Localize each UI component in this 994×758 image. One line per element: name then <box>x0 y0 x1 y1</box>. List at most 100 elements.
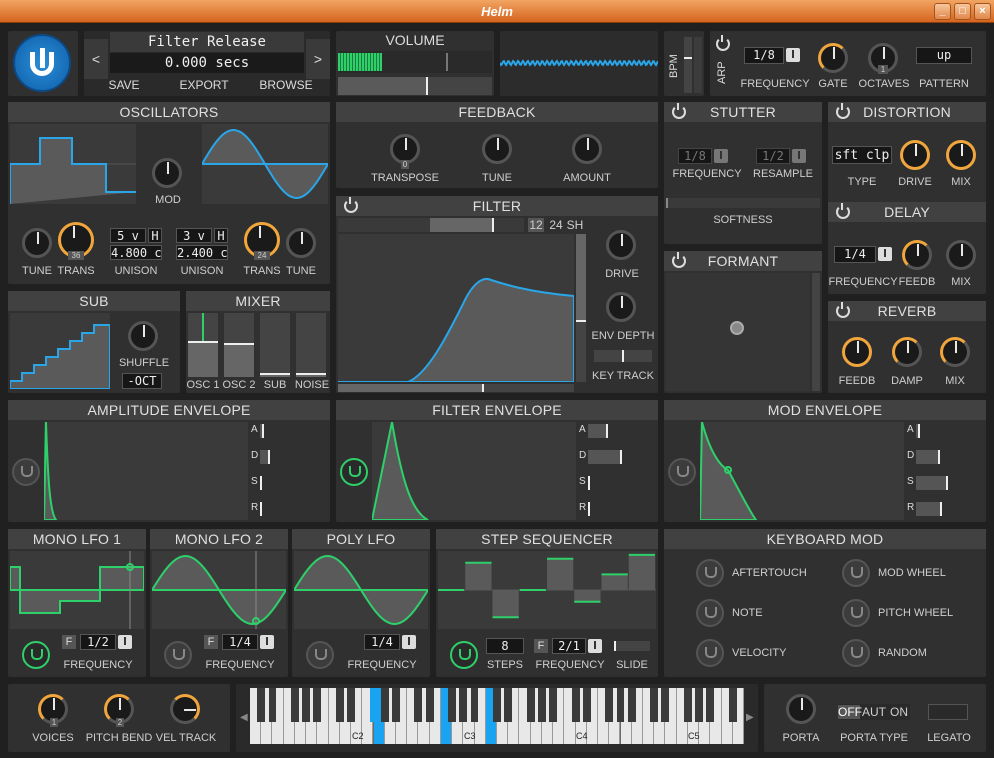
black-key[interactable] <box>414 688 423 722</box>
export-button[interactable]: EXPORT <box>164 77 244 93</box>
amp-env-mod-source[interactable] <box>12 458 40 486</box>
black-key[interactable] <box>380 688 389 722</box>
cross-mod-knob[interactable] <box>152 158 182 188</box>
stepseq-graph[interactable] <box>438 551 656 629</box>
maximize-button[interactable]: □ <box>954 3 971 20</box>
feedback-amount-knob[interactable] <box>572 134 602 164</box>
aftertouch-mod-source[interactable] <box>696 559 724 587</box>
stepseq-frequency-value[interactable]: 2/1 <box>552 638 586 654</box>
sub-shuffle-knob[interactable] <box>128 321 158 351</box>
porta-on-option[interactable]: ON <box>888 705 910 719</box>
porta-auto-option[interactable]: AUT <box>862 705 886 719</box>
osc2-waveform[interactable] <box>202 124 328 204</box>
black-key[interactable] <box>302 688 311 722</box>
black-key[interactable] <box>313 688 322 722</box>
black-key[interactable] <box>695 688 703 722</box>
black-key[interactable] <box>470 688 479 722</box>
legato-toggle[interactable] <box>928 704 968 720</box>
amp-release-slider[interactable] <box>260 502 262 516</box>
mod-release-slider[interactable] <box>916 502 942 516</box>
minimize-button[interactable]: _ <box>934 3 951 20</box>
stutter-softness-slider[interactable] <box>666 198 820 208</box>
stutter-power-icon[interactable] <box>672 103 686 119</box>
browse-button[interactable]: BROWSE <box>246 77 326 93</box>
amp-attack-slider[interactable] <box>260 424 264 438</box>
filter-sample-hold[interactable]: SH <box>566 218 584 232</box>
vel-track-knob[interactable] <box>170 694 200 724</box>
prev-patch-button[interactable]: < <box>84 39 108 79</box>
amp-decay-slider[interactable] <box>260 450 270 464</box>
osc2-harmonize-button[interactable]: H <box>214 228 228 243</box>
arp-frequency-value[interactable]: 1/8 <box>744 47 784 64</box>
stutter-resample-value[interactable]: 1/2 <box>756 148 790 164</box>
stutter-sync-icon[interactable] <box>714 149 728 163</box>
black-key[interactable] <box>683 688 692 722</box>
lfo2-frequency-value[interactable]: 1/4 <box>222 634 258 650</box>
formant-xy-pad[interactable] <box>666 273 810 391</box>
step-bar[interactable] <box>574 590 601 602</box>
black-key[interactable] <box>627 688 636 722</box>
lfo1-waveform[interactable] <box>10 551 144 629</box>
delay-mix-knob[interactable] <box>946 240 976 270</box>
porta-off-option[interactable]: OFF <box>838 705 862 719</box>
polylfo-frequency-value[interactable]: 1/4 <box>364 634 400 650</box>
mixer-sub-slider[interactable] <box>260 313 290 377</box>
stepseq-mod-source[interactable] <box>450 641 478 669</box>
sub-octave-button[interactable]: -OCT <box>122 373 162 389</box>
black-key[interactable] <box>425 688 434 722</box>
stepseq-steps-value[interactable]: 8 <box>486 638 524 654</box>
filter-power-icon[interactable] <box>344 197 358 213</box>
mod-env-graph[interactable] <box>700 422 904 520</box>
filter-drive-knob[interactable] <box>606 230 636 260</box>
black-key[interactable] <box>347 688 355 722</box>
mod-env-mod-source[interactable] <box>668 458 696 486</box>
mixer-osc1-slider[interactable] <box>188 313 218 377</box>
step-bar[interactable] <box>628 554 655 590</box>
filter-keytrack-slider[interactable] <box>594 350 652 362</box>
arp-pattern-value[interactable]: up <box>916 47 972 64</box>
filter-env-mod-source[interactable] <box>340 458 368 486</box>
black-key[interactable] <box>605 688 614 722</box>
black-key[interactable] <box>335 688 344 722</box>
osc1-harmonize-button[interactable]: H <box>148 228 162 243</box>
amp-sustain-slider[interactable] <box>260 476 262 490</box>
polylfo-sync-icon[interactable] <box>402 635 416 649</box>
distortion-power-icon[interactable] <box>836 103 850 119</box>
black-key[interactable] <box>650 688 659 722</box>
filter-release-slider[interactable] <box>588 502 590 516</box>
lfo2-mod-source[interactable] <box>164 641 192 669</box>
step-bar[interactable] <box>492 590 519 618</box>
mod-sustain-slider[interactable] <box>916 476 948 490</box>
black-key[interactable] <box>268 688 277 722</box>
pitchwheel-mod-source[interactable] <box>842 599 870 627</box>
osc1-unison-detune[interactable]: 4.800 c <box>110 245 162 260</box>
next-patch-button[interactable]: > <box>306 39 330 79</box>
stepseq-free-button[interactable]: F <box>534 639 548 653</box>
formant-power-icon[interactable] <box>672 252 686 268</box>
tempo-sync-icon[interactable] <box>786 48 800 62</box>
filter-sustain-slider[interactable] <box>588 476 590 490</box>
random-mod-source[interactable] <box>842 639 870 667</box>
sub-waveform[interactable] <box>10 313 110 389</box>
reverb-mix-knob[interactable] <box>940 337 970 367</box>
step-bar[interactable] <box>601 574 628 590</box>
delay-frequency-value[interactable]: 1/4 <box>834 246 876 263</box>
filter-slope-24[interactable]: 24 <box>548 218 564 232</box>
distortion-mix-knob[interactable] <box>946 140 976 170</box>
lfo1-frequency-value[interactable]: 1/2 <box>80 634 116 650</box>
mixer-noise-slider[interactable] <box>296 313 326 377</box>
lfo2-waveform[interactable] <box>152 551 286 629</box>
stutter-frequency-value[interactable]: 1/8 <box>678 148 712 164</box>
black-key[interactable] <box>661 688 670 722</box>
osc2-unison-voices[interactable]: 3 v <box>176 228 212 243</box>
delay-sync-icon[interactable] <box>878 247 892 261</box>
osc2-unison-detune[interactable]: 2.400 c <box>176 245 228 260</box>
distortion-drive-knob[interactable] <box>900 140 930 170</box>
lfo1-free-button[interactable]: F <box>62 635 76 649</box>
black-key[interactable] <box>616 688 625 722</box>
osc1-waveform[interactable] <box>10 124 136 204</box>
step-bar[interactable] <box>547 558 574 590</box>
black-key[interactable] <box>290 688 299 722</box>
porta-knob[interactable] <box>786 694 816 724</box>
osc2-tune-knob[interactable] <box>286 228 316 258</box>
